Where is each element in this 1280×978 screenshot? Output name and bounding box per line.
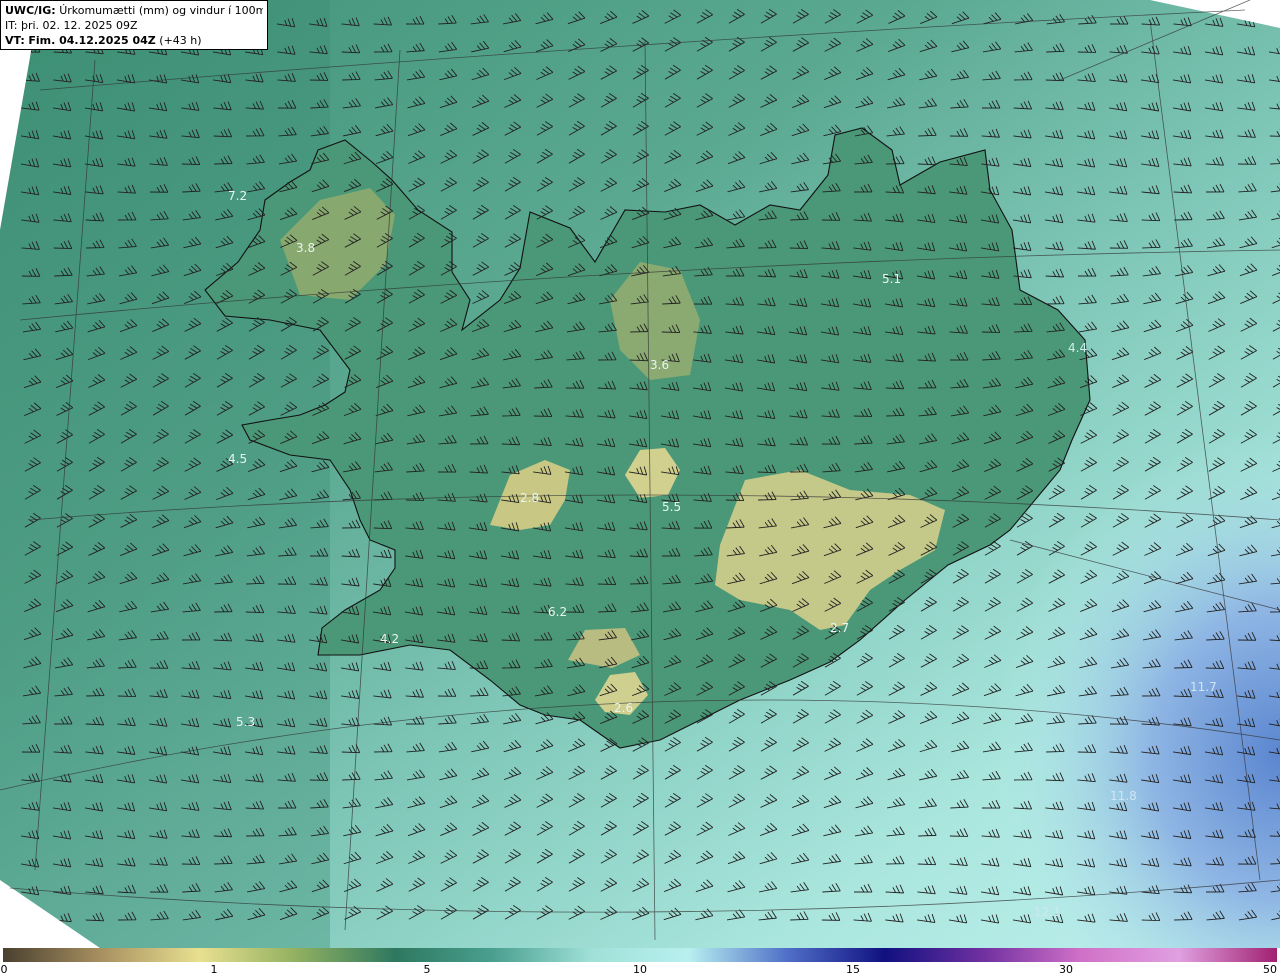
colorbar-strip	[3, 948, 1277, 962]
header-title-row: UWC/IG: Úrkomumætti (mm) og vindur í 100…	[5, 3, 263, 18]
label-12-1: 12.1	[1034, 905, 1061, 919]
label-3-8: 3.8	[296, 241, 315, 255]
label-7-2: 7.2	[228, 189, 247, 203]
lead-time: (+43 h)	[159, 34, 202, 47]
colorbar-tick-15: 15	[846, 963, 860, 976]
label-4-5: 4.5	[228, 452, 247, 466]
label-11-7: 11.7	[1190, 680, 1217, 694]
header-init-row: IT: þri. 02. 12. 2025 09Z	[5, 18, 263, 33]
colorbar: 0 1 5 10 15 30 50	[0, 948, 1280, 978]
map-header: UWC/IG: Úrkomumætti (mm) og vindur í 100…	[0, 0, 268, 50]
wind-barb	[21, 913, 40, 923]
label-5-3: 5.3	[236, 715, 255, 729]
colorbar-tick-5: 5	[423, 963, 431, 976]
label-5-5: 5.5	[662, 500, 681, 514]
label-2-6: 2.6	[614, 701, 633, 715]
model-domain	[0, 0, 1280, 948]
label-5-1: 5.1	[882, 272, 901, 286]
label-2-7: 2.7	[830, 621, 849, 635]
label-3-6: 3.6	[650, 358, 669, 372]
label-11-8: 11.8	[1110, 789, 1137, 803]
valid-time: Fim. 04.12.2025 04Z	[28, 34, 156, 47]
init-prefix: IT:	[5, 19, 18, 32]
precipitation-map: 7.2 3.8 3.6 5.1 4.5 2.8 5.5 6.2 4.2 2.7 …	[0, 0, 1280, 948]
label-4-2: 4.2	[380, 632, 399, 646]
colorbar-tick-0: 0	[0, 963, 8, 976]
valid-prefix: VT:	[5, 34, 25, 47]
label-2-8: 2.8	[520, 491, 539, 505]
colorbar-tick-10: 10	[633, 963, 647, 976]
header-valid-row: VT: Fim. 04.12.2025 04Z (+43 h)	[5, 33, 263, 48]
colorbar-tick-1: 1	[210, 963, 218, 976]
wind-barb	[1268, 18, 1280, 28]
label-4-4: 4.4	[1068, 341, 1087, 355]
colorbar-tick-30: 30	[1059, 963, 1073, 976]
label-6-2: 6.2	[548, 605, 567, 619]
field-title: Úrkomumætti (mm) og vindur í 100m hæð	[59, 4, 263, 17]
colorbar-tick-50: 50	[1263, 963, 1277, 976]
model-name: UWC/IG:	[5, 4, 56, 17]
init-time: þri. 02. 12. 2025 09Z	[20, 19, 138, 32]
